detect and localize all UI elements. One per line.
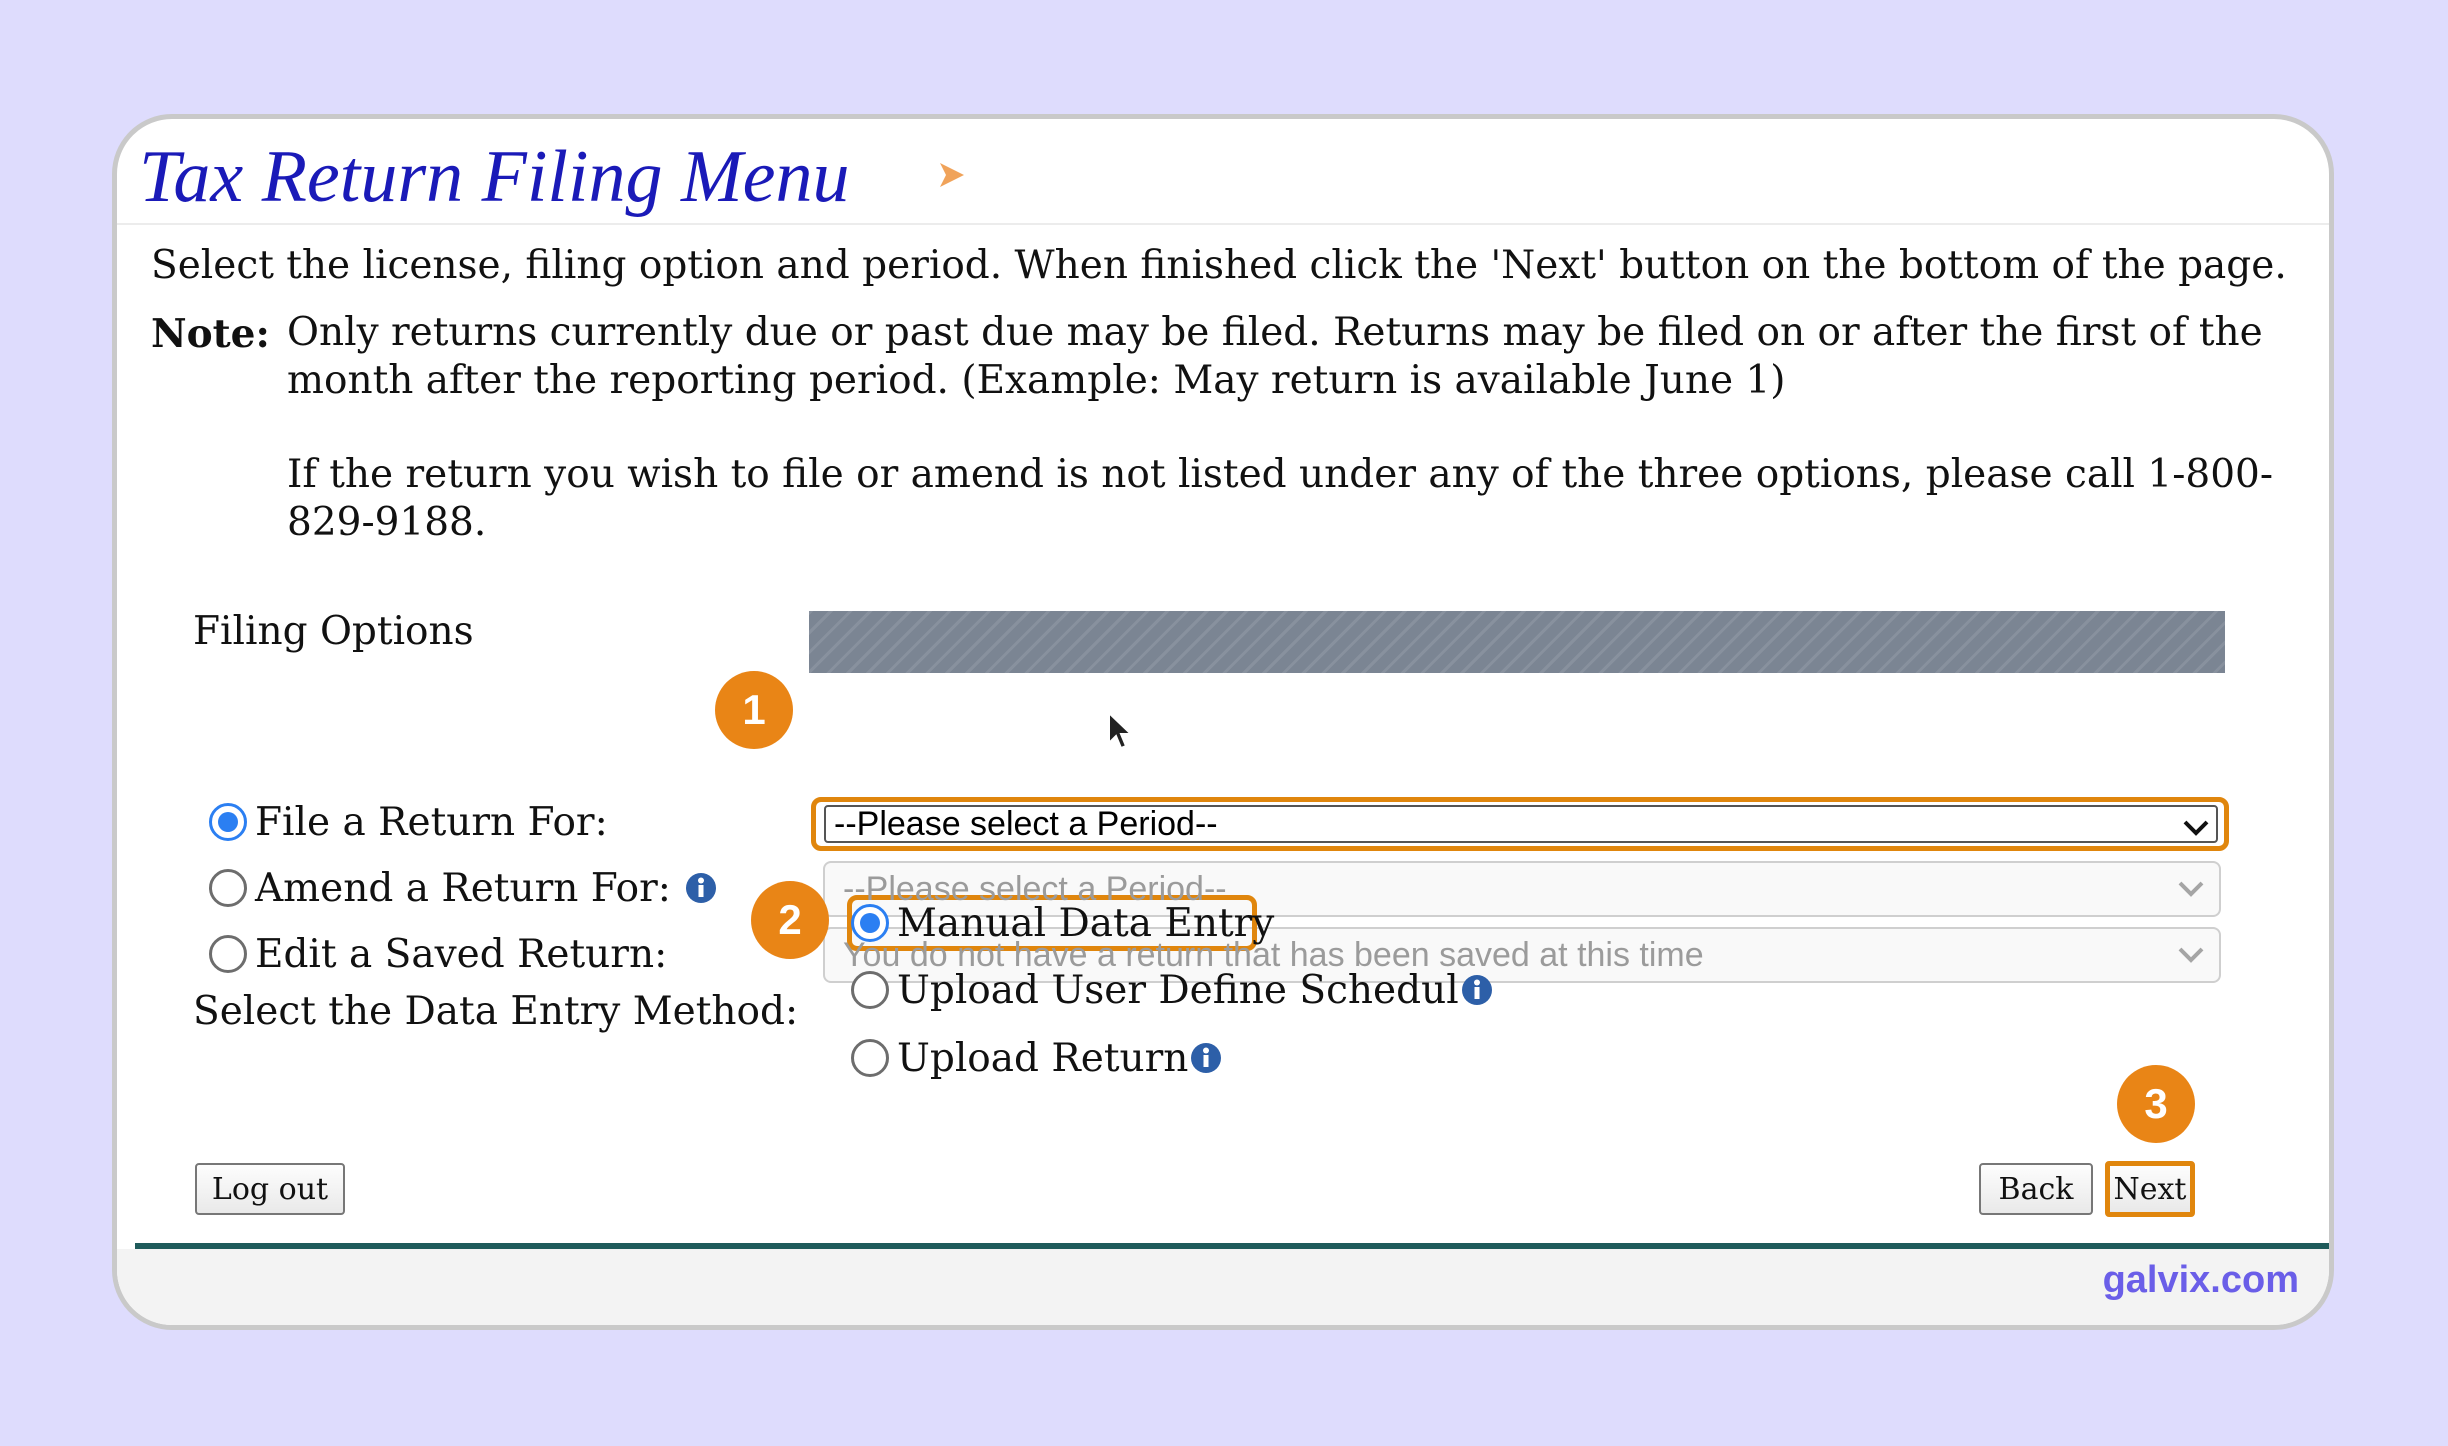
note-contact-text: If the return you wish to file or amend … [287, 452, 2274, 545]
brand-watermark: galvix.com [2102, 1259, 2299, 1301]
chevron-down-icon [2178, 881, 2204, 897]
mouse-cursor-icon [1108, 711, 1134, 750]
next-button[interactable]: Next [2105, 1161, 2195, 1217]
info-icon[interactable] [1461, 974, 1493, 1006]
chevron-down-icon [2178, 947, 2204, 963]
file-return-option[interactable]: File a Return For: [209, 797, 608, 847]
saved-return-value: You do not have a return that has been s… [843, 935, 1704, 974]
logout-button[interactable]: Log out [195, 1163, 345, 1215]
title-divider [117, 223, 2329, 225]
back-button[interactable]: Back [1979, 1163, 2093, 1215]
arrow-right-icon [940, 163, 964, 187]
amend-return-radio[interactable] [209, 869, 247, 907]
intro-text: Select the license, filing option and pe… [151, 243, 2287, 288]
file-return-label: File a Return For: [255, 799, 608, 845]
upload-return-radio[interactable] [851, 1039, 889, 1077]
edit-saved-return-radio[interactable] [209, 935, 247, 973]
license-header-bar [809, 611, 2225, 673]
data-entry-method-label: Select the Data Entry Method: [193, 989, 799, 1034]
file-return-period-select[interactable]: --Please select a Period-- [811, 797, 2229, 851]
edit-saved-return-label: Edit a Saved Return: [255, 931, 668, 977]
info-icon[interactable] [685, 872, 717, 904]
note-text: Only returns currently due or past due m… [287, 310, 2263, 403]
edit-saved-return-option[interactable]: Edit a Saved Return: [209, 929, 667, 979]
info-icon[interactable] [1190, 1042, 1222, 1074]
amend-return-period-value: --Please select a Period-- [843, 869, 1227, 908]
step-badge-1: 1 [715, 671, 793, 749]
amend-return-option[interactable]: Amend a Return For: [209, 863, 717, 913]
file-return-radio[interactable] [209, 803, 247, 841]
step-badge-3: 3 [2117, 1065, 2195, 1143]
filing-options-label: Filing Options [193, 609, 474, 654]
upload-schedule-radio[interactable] [851, 971, 889, 1009]
chevron-down-icon [2183, 820, 2209, 836]
step-badge-2: 2 [751, 881, 829, 959]
amend-return-label: Amend a Return For: [255, 865, 671, 911]
upload-return-label: Upload Return [897, 1035, 1189, 1081]
page-title: Tax Return Filing Menu [139, 136, 850, 218]
upload-return-option[interactable]: Upload Return [851, 1033, 1222, 1083]
filing-menu-panel: Tax Return Filing Menu Select the licens… [112, 114, 2334, 1330]
footer [117, 1249, 2329, 1325]
file-return-period-value: --Please select a Period-- [834, 804, 1218, 843]
note-label: Note: [151, 311, 270, 357]
